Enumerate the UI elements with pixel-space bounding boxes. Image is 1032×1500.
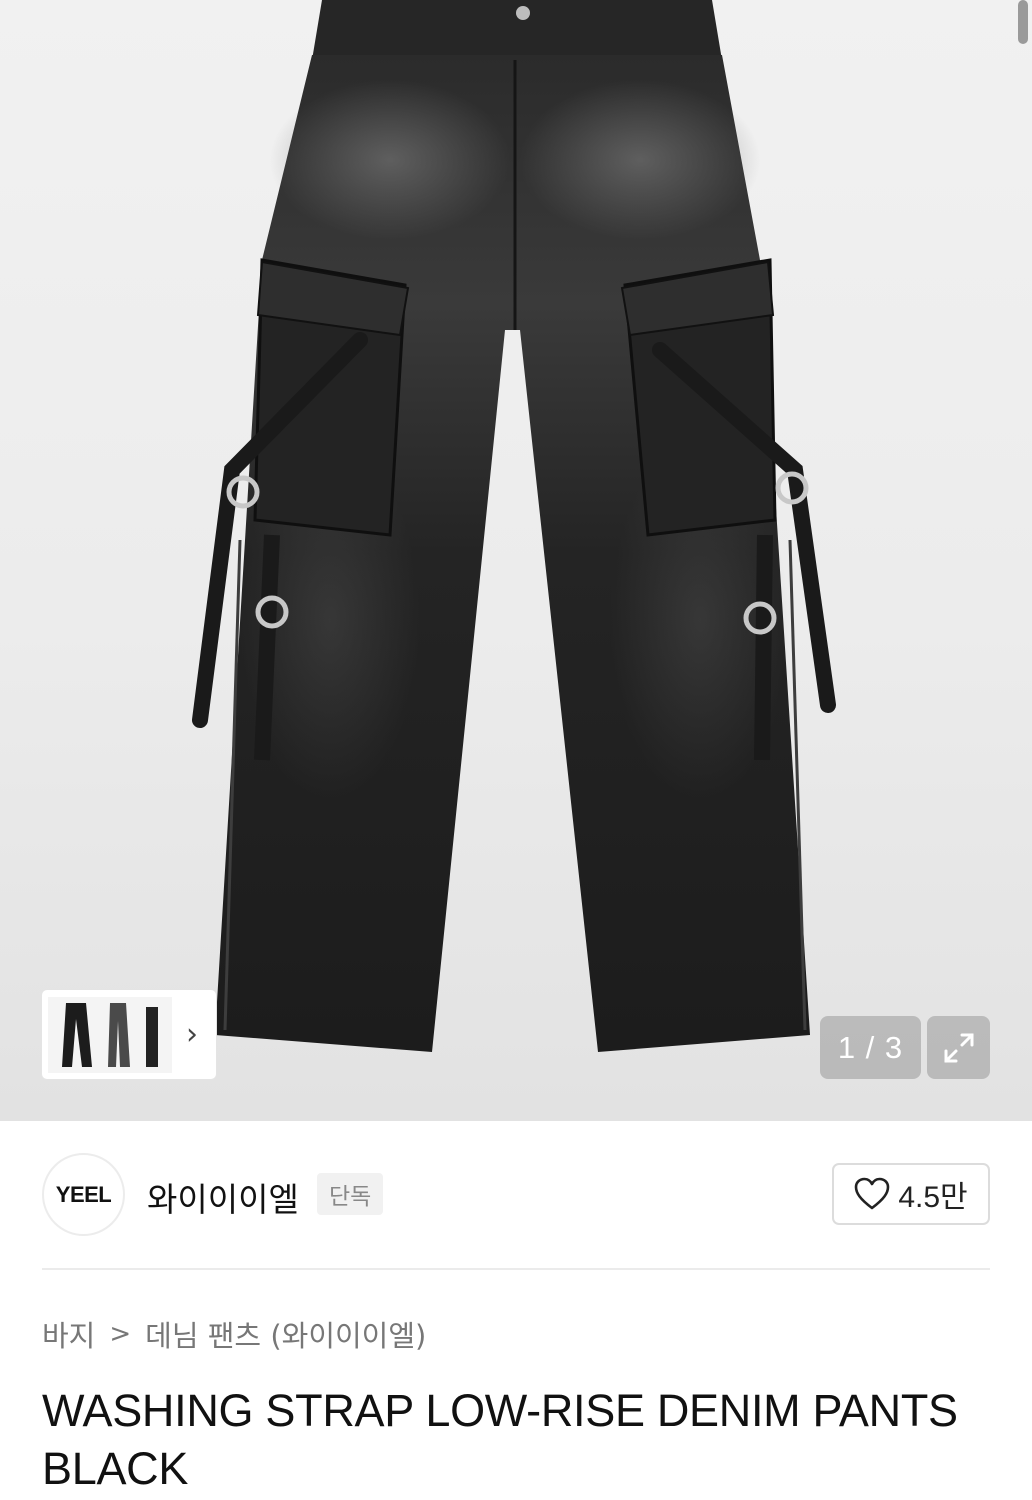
image-counter: 1 / 3: [820, 1016, 921, 1079]
exclusive-badge: 단독: [317, 1173, 384, 1215]
breadcrumb: 바지 > 데님 팬츠 (와이이이엘): [42, 1312, 426, 1356]
thumbnail-images[interactable]: [48, 996, 172, 1073]
product-photo-black-cargo-pants: [192, 0, 836, 1052]
scroll-indicator[interactable]: [1018, 0, 1028, 44]
product-image-carousel[interactable]: › 1 / 3: [0, 0, 1032, 1121]
divider: [42, 1268, 990, 1270]
expand-icon: [944, 1033, 973, 1062]
thumbnail-pants-icon: [48, 996, 172, 1073]
thumbnail-next-chevron-icon[interactable]: ›: [172, 1017, 212, 1052]
breadcrumb-item-denim-pants[interactable]: 데님 팬츠 (와이이이엘): [145, 1313, 426, 1355]
product-title: WASHING STRAP LOW-RISE DENIM PANTS BLACK: [42, 1385, 958, 1494]
brand-row: YEEL 와이이이엘 단독 4.5만: [42, 1153, 990, 1237]
like-count: 4.5만: [898, 1181, 968, 1214]
breadcrumb-item-pants[interactable]: 바지: [42, 1313, 95, 1355]
heart-outline-icon: [855, 1177, 890, 1210]
like-button[interactable]: 4.5만: [832, 1163, 990, 1225]
brand-name[interactable]: 와이이이엘: [147, 1173, 299, 1221]
brand-logo[interactable]: YEEL: [42, 1153, 125, 1236]
thumbnail-strip[interactable]: ›: [42, 990, 216, 1079]
expand-image-button[interactable]: [927, 1016, 990, 1079]
chevron-right-icon: >: [109, 1319, 132, 1349]
